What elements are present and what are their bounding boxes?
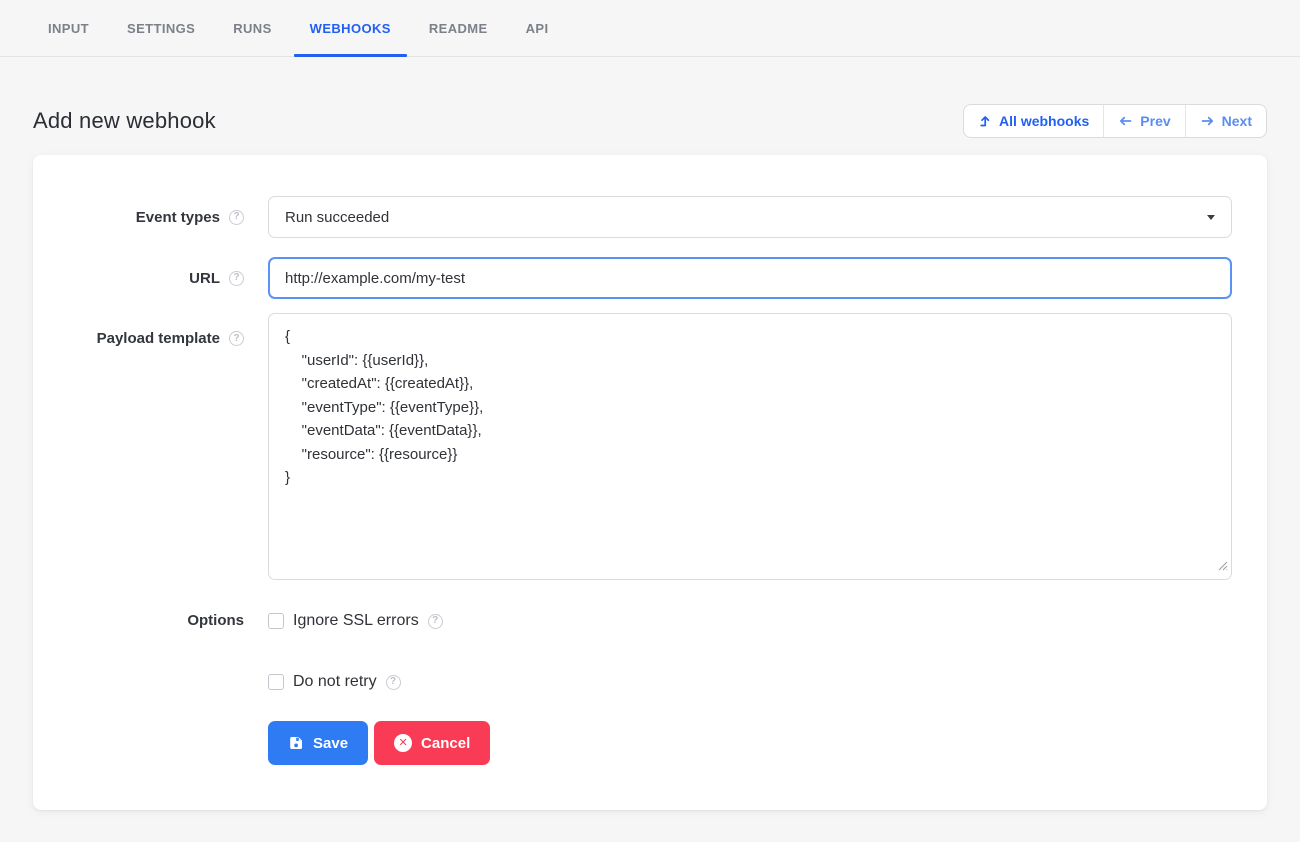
page-title: Add new webhook — [33, 108, 216, 134]
arrow-up-left-icon — [978, 114, 992, 128]
prev-label: Prev — [1140, 113, 1170, 129]
prev-button[interactable]: Prev — [1103, 105, 1184, 137]
url-label-cell: URL ? — [33, 270, 244, 287]
arrow-left-icon — [1118, 114, 1133, 128]
event-types-select[interactable]: Run succeeded — [268, 196, 1232, 238]
save-button[interactable]: Save — [268, 721, 368, 765]
do-not-retry-checkbox[interactable] — [268, 674, 284, 690]
event-types-selected-value: Run succeeded — [285, 209, 389, 226]
webhook-form-card: Event types ? Run succeeded URL ? Payloa… — [33, 155, 1267, 810]
tab-runs[interactable]: RUNS — [217, 0, 287, 56]
ignore-ssl-errors-option: Ignore SSL errors ? — [268, 610, 1232, 632]
buttons-row: Save ✕ Cancel — [33, 721, 1232, 765]
floppy-disk-icon — [288, 735, 304, 751]
help-icon[interactable]: ? — [428, 614, 443, 629]
arrow-right-icon — [1200, 114, 1215, 128]
payload-template-label-cell: Payload template ? — [33, 313, 244, 347]
tab-settings[interactable]: SETTINGS — [111, 0, 211, 56]
chevron-down-icon — [1207, 215, 1215, 220]
tab-bar: INPUT SETTINGS RUNS WEBHOOKS README API — [0, 0, 1300, 57]
webhook-nav-group: All webhooks Prev Next — [963, 104, 1267, 138]
payload-template-label: Payload template — [97, 330, 220, 347]
cancel-button[interactable]: ✕ Cancel — [374, 721, 490, 765]
options-checkboxes: Ignore SSL errors ? Do not retry ? — [268, 610, 1232, 693]
all-webhooks-button[interactable]: All webhooks — [964, 105, 1103, 137]
resize-handle-icon[interactable] — [1216, 558, 1228, 576]
cancel-label: Cancel — [421, 735, 470, 752]
form-buttons: Save ✕ Cancel — [268, 721, 1232, 765]
options-label-cell: Options — [33, 610, 244, 632]
page-header: Add new webhook All webhooks Prev Next — [33, 104, 1267, 138]
tab-input[interactable]: INPUT — [32, 0, 105, 56]
help-icon[interactable]: ? — [229, 210, 244, 225]
ignore-ssl-errors-label[interactable]: Ignore SSL errors — [293, 612, 419, 630]
payload-template-row: Payload template ? { "userId": {{userId}… — [33, 313, 1232, 580]
cancel-x-icon: ✕ — [394, 734, 412, 752]
help-icon[interactable]: ? — [386, 675, 401, 690]
next-button[interactable]: Next — [1185, 105, 1266, 137]
event-types-row: Event types ? Run succeeded — [33, 196, 1232, 238]
tab-webhooks[interactable]: WEBHOOKS — [294, 0, 407, 56]
payload-template-wrap: { "userId": {{userId}}, "createdAt": {{c… — [268, 313, 1232, 580]
tab-api[interactable]: API — [510, 0, 565, 56]
event-types-label: Event types — [136, 209, 220, 226]
all-webhooks-label: All webhooks — [999, 113, 1089, 129]
options-row: Options Ignore SSL errors ? Do not retry… — [33, 610, 1232, 693]
url-input[interactable] — [268, 257, 1232, 299]
url-label: URL — [189, 270, 220, 287]
ignore-ssl-errors-checkbox[interactable] — [268, 613, 284, 629]
options-label: Options — [187, 610, 244, 632]
payload-template-textarea[interactable]: { "userId": {{userId}}, "createdAt": {{c… — [268, 313, 1232, 580]
do-not-retry-label[interactable]: Do not retry — [293, 673, 377, 691]
save-label: Save — [313, 735, 348, 752]
tab-readme[interactable]: README — [413, 0, 504, 56]
event-types-label-cell: Event types ? — [33, 209, 244, 226]
help-icon[interactable]: ? — [229, 271, 244, 286]
help-icon[interactable]: ? — [229, 331, 244, 346]
next-label: Next — [1222, 113, 1252, 129]
url-row: URL ? — [33, 257, 1232, 299]
do-not-retry-option: Do not retry ? — [268, 671, 1232, 693]
